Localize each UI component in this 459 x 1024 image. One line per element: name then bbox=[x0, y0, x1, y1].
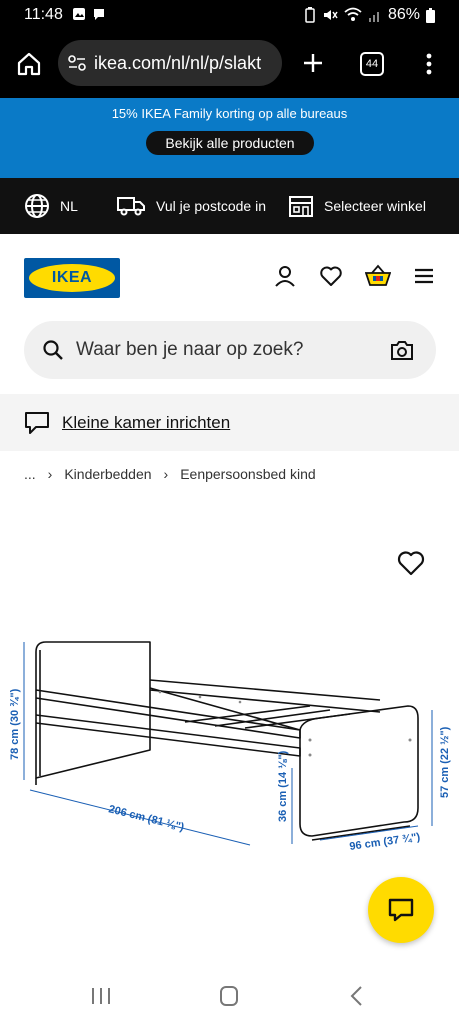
home-icon[interactable] bbox=[16, 52, 42, 76]
globe-icon bbox=[25, 194, 49, 218]
site-settings-icon[interactable] bbox=[68, 55, 86, 71]
dimension-bed-height: 36 cm (14 ⅛") bbox=[277, 750, 289, 822]
chat-button[interactable] bbox=[368, 877, 434, 943]
chevron-right-icon: › bbox=[47, 466, 53, 482]
search-bar[interactable]: Waar ben je naar op zoek? bbox=[24, 321, 436, 379]
postcode-label: Vul je postcode in bbox=[156, 198, 266, 214]
status-bar: 11:48 86% bbox=[0, 0, 459, 30]
dimension-foot-height: 57 cm (22 ½") bbox=[439, 726, 451, 798]
promo-banner: 15% IKEA Family korting op alle bureaus … bbox=[0, 98, 459, 178]
tab-count: 44 bbox=[365, 58, 379, 70]
store-label: Selecteer winkel bbox=[324, 198, 426, 214]
promo-text: 15% IKEA Family korting op alle bureaus bbox=[111, 106, 348, 121]
logo-text: IKEA bbox=[29, 264, 115, 292]
dimension-height-total: 78 cm (30 ¾") bbox=[9, 688, 21, 760]
breadcrumb-ellipsis[interactable]: ... bbox=[24, 466, 36, 482]
speech-bubble-icon bbox=[25, 411, 49, 434]
camera-icon[interactable] bbox=[390, 339, 414, 361]
save-to-wishlist-icon[interactable] bbox=[396, 548, 426, 578]
postcode-selector[interactable]: Vul je postcode in bbox=[116, 178, 266, 234]
gallery-icon bbox=[73, 8, 85, 20]
language-selector[interactable]: NL bbox=[24, 178, 78, 234]
battery-saver-icon bbox=[305, 7, 315, 23]
status-time: 11:48 bbox=[24, 6, 63, 23]
mute-icon bbox=[323, 10, 338, 20]
account-icon[interactable] bbox=[273, 264, 297, 288]
chevron-right-icon: › bbox=[163, 466, 169, 482]
screen: 11:48 86% ikea.com/nl/nl/p/slakt 44 15% … bbox=[0, 0, 459, 1024]
delivery-truck-icon bbox=[117, 197, 145, 216]
room-link[interactable]: Kleine kamer inrichten bbox=[62, 413, 230, 433]
browser-toolbar: ikea.com/nl/nl/p/slakt 44 bbox=[0, 30, 459, 98]
new-tab-icon[interactable] bbox=[302, 52, 324, 74]
site-header: IKEA bbox=[0, 234, 459, 318]
store-icon bbox=[289, 196, 313, 217]
wishlist-icon[interactable] bbox=[319, 264, 343, 288]
search-icon bbox=[43, 340, 63, 360]
recent-apps-icon[interactable] bbox=[86, 984, 116, 1008]
signal-icon bbox=[368, 12, 379, 22]
home-nav-icon[interactable] bbox=[214, 984, 244, 1008]
view-all-products-button[interactable]: Bekijk alle producten bbox=[146, 131, 314, 155]
url-text: ikea.com/nl/nl/p/slakt bbox=[94, 52, 262, 73]
address-bar[interactable]: ikea.com/nl/nl/p/slakt bbox=[58, 40, 282, 86]
product-image[interactable]: 78 cm (30 ¾") 206 cm (81 ⅛") 36 cm (14 ⅛… bbox=[0, 630, 459, 860]
ikea-logo[interactable]: IKEA bbox=[24, 258, 120, 298]
search-input[interactable]: Waar ben je naar op zoek? bbox=[76, 339, 390, 361]
tab-switcher-button[interactable]: 44 bbox=[360, 52, 384, 76]
breadcrumb: ... › Kinderbedden › Eenpersoonsbed kind bbox=[24, 466, 316, 482]
notification-icons bbox=[72, 7, 106, 21]
header-icons bbox=[273, 264, 435, 288]
menu-icon[interactable] bbox=[413, 264, 435, 288]
breadcrumb-item-kinderbedden[interactable]: Kinderbedden bbox=[64, 466, 151, 482]
system-nav-bar bbox=[0, 968, 459, 1024]
language-label: NL bbox=[60, 198, 78, 214]
status-right: 86% bbox=[304, 6, 435, 24]
dimension-length: 206 cm (81 ⅛") bbox=[107, 803, 185, 833]
wifi-icon bbox=[344, 7, 362, 21]
back-icon[interactable] bbox=[342, 984, 372, 1008]
breadcrumb-item-current[interactable]: Eenpersoonsbed kind bbox=[180, 466, 315, 482]
battery-percent: 86% bbox=[387, 6, 420, 23]
chat-bubble-icon bbox=[94, 9, 104, 20]
more-options-icon[interactable] bbox=[424, 52, 434, 76]
room-inspiration-bar: Kleine kamer inrichten bbox=[0, 394, 459, 451]
battery-icon bbox=[426, 7, 435, 23]
shopping-bag-icon[interactable] bbox=[365, 264, 391, 288]
store-selector[interactable]: Selecteer winkel bbox=[288, 178, 426, 234]
utility-bar: NL Vul je postcode in Selecteer winkel bbox=[0, 178, 459, 234]
chat-icon bbox=[388, 898, 414, 922]
